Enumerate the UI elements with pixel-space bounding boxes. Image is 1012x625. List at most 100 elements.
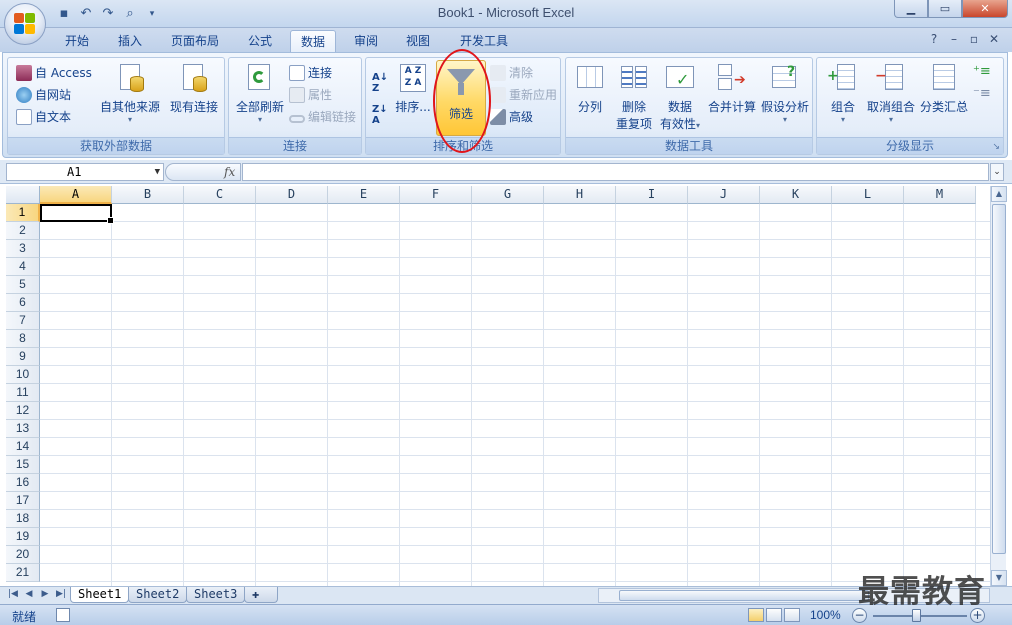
from-web-button[interactable]: 自网站 — [16, 86, 71, 103]
name-box[interactable]: A1 ▼ — [6, 163, 164, 181]
show-detail-button[interactable]: ⁺≡ — [973, 64, 991, 79]
row-header-17[interactable]: 17 — [6, 492, 40, 510]
column-header-a[interactable]: A — [40, 186, 112, 204]
remove-duplicates-button[interactable]: 删除 重复项 — [612, 62, 656, 132]
scroll-down-icon[interactable]: ▼ — [991, 570, 1007, 586]
sheet-tab-sheet3[interactable]: Sheet3 — [186, 587, 246, 603]
prev-sheet-icon[interactable]: ◀ — [22, 589, 36, 599]
column-header-k[interactable]: K — [760, 186, 832, 204]
tab-home[interactable]: 开始 — [55, 30, 99, 52]
vertical-scrollbar[interactable]: ▲ ▼ — [990, 186, 1007, 586]
macro-record-icon[interactable] — [56, 608, 70, 622]
row-header-16[interactable]: 16 — [6, 474, 40, 492]
existing-connections-button[interactable]: 现有连接 — [166, 62, 222, 115]
sort-ascending-button[interactable]: A↓ Z — [372, 72, 388, 94]
row-header-15[interactable]: 15 — [6, 456, 40, 474]
row-header-11[interactable]: 11 — [6, 384, 40, 402]
advanced-filter-button[interactable]: 高级 — [490, 108, 533, 125]
column-header-i[interactable]: I — [616, 186, 688, 204]
first-sheet-icon[interactable]: |◀ — [6, 589, 20, 599]
from-access-button[interactable]: 自 Access — [16, 64, 92, 81]
connections-button[interactable]: 连接 — [289, 64, 332, 81]
column-header-e[interactable]: E — [328, 186, 400, 204]
workbook-close-icon[interactable]: ✕ — [984, 32, 1004, 46]
vertical-scroll-thumb[interactable] — [992, 204, 1006, 554]
close-button[interactable]: ✕ — [962, 0, 1008, 18]
normal-view-icon[interactable] — [748, 608, 764, 622]
clear-filter-button[interactable]: 清除 — [490, 64, 533, 81]
consolidate-button[interactable]: ➔ 合并计算 — [706, 62, 758, 115]
zoom-level[interactable]: 100% — [810, 608, 841, 622]
row-header-8[interactable]: 8 — [6, 330, 40, 348]
column-header-m[interactable]: M — [904, 186, 976, 204]
row-header-21[interactable]: 21 — [6, 564, 40, 582]
next-sheet-icon[interactable]: ▶ — [38, 589, 52, 599]
column-header-j[interactable]: J — [688, 186, 760, 204]
page-layout-view-icon[interactable] — [766, 608, 782, 622]
sort-descending-button[interactable]: Z↓ A — [372, 104, 388, 126]
column-header-d[interactable]: D — [256, 186, 328, 204]
reapply-button[interactable]: 重新应用 — [490, 86, 557, 103]
sheet-tab-sheet1[interactable]: Sheet1 — [70, 587, 130, 603]
tab-developer[interactable]: 开发工具 — [450, 30, 518, 52]
column-header-g[interactable]: G — [472, 186, 544, 204]
ungroup-button[interactable]: − 取消组合 ▾ — [865, 62, 917, 124]
select-all-button[interactable] — [6, 186, 40, 204]
row-header-19[interactable]: 19 — [6, 528, 40, 546]
worksheet-grid[interactable]: ABCDEFGHIJKLM 1 2 3 4 5 6 7 8 9 10 11 12 13 14 15 16 17 1… — [6, 186, 990, 586]
row-header-14[interactable]: 14 — [6, 438, 40, 456]
workbook-minimize-icon[interactable]: – — [944, 32, 964, 46]
group-rows-button[interactable]: + 组合 ▾ — [823, 62, 863, 124]
row-header-20[interactable]: 20 — [6, 546, 40, 564]
refresh-all-button[interactable]: 全部刷新 ▾ — [233, 62, 287, 124]
tab-page-layout[interactable]: 页面布局 — [161, 30, 229, 52]
tab-formulas[interactable]: 公式 — [238, 30, 282, 52]
from-other-sources-button[interactable]: 自其他来源 ▾ — [98, 62, 162, 124]
column-header-b[interactable]: B — [112, 186, 184, 204]
tab-review[interactable]: 审阅 — [344, 30, 388, 52]
what-if-analysis-button[interactable]: ? 假设分析 ▾ — [760, 62, 810, 124]
row-header-6[interactable]: 6 — [6, 294, 40, 312]
sort-button[interactable]: A ZZ A 排序... — [394, 62, 432, 115]
hide-detail-button[interactable]: ⁻≡ — [973, 86, 991, 101]
row-header-7[interactable]: 7 — [6, 312, 40, 330]
column-header-f[interactable]: F — [400, 186, 472, 204]
edit-links-button[interactable]: 编辑链接 — [289, 108, 356, 125]
dialog-launcher-icon[interactable]: ↘ — [992, 142, 1000, 152]
scroll-up-icon[interactable]: ▲ — [991, 186, 1007, 202]
row-header-5[interactable]: 5 — [6, 276, 40, 294]
row-header-12[interactable]: 12 — [6, 402, 40, 420]
row-header-13[interactable]: 13 — [6, 420, 40, 438]
active-cell-cursor[interactable] — [40, 204, 114, 224]
filter-button[interactable]: 筛选 — [436, 60, 486, 136]
row-header-2[interactable]: 2 — [6, 222, 40, 240]
tab-view[interactable]: 视图 — [396, 30, 440, 52]
row-header-3[interactable]: 3 — [6, 240, 40, 258]
office-button[interactable] — [4, 3, 46, 45]
column-header-c[interactable]: C — [184, 186, 256, 204]
row-header-10[interactable]: 10 — [6, 366, 40, 384]
column-header-h[interactable]: H — [544, 186, 616, 204]
column-header-l[interactable]: L — [832, 186, 904, 204]
page-break-view-icon[interactable] — [784, 608, 800, 622]
expand-formula-bar-icon[interactable]: ⌄ — [990, 163, 1004, 181]
last-sheet-icon[interactable]: ▶| — [54, 589, 68, 599]
help-icon[interactable]: ? — [924, 32, 944, 46]
row-header-4[interactable]: 4 — [6, 258, 40, 276]
row-header-1[interactable]: 1 — [6, 204, 40, 222]
name-box-dropdown-icon[interactable]: ▼ — [155, 164, 160, 180]
formula-input[interactable] — [242, 163, 989, 181]
row-header-9[interactable]: 9 — [6, 348, 40, 366]
text-to-columns-button[interactable]: 分列 — [570, 62, 610, 115]
from-text-button[interactable]: 自文本 — [16, 108, 71, 125]
insert-function-button[interactable]: fx — [224, 165, 235, 179]
tab-insert[interactable]: 插入 — [108, 30, 152, 52]
minimize-button[interactable]: ▁ — [894, 0, 928, 18]
sheet-tab-sheet2[interactable]: Sheet2 — [128, 587, 188, 603]
insert-sheet-icon[interactable]: ✚ — [244, 587, 278, 603]
subtotal-button[interactable]: 分类汇总 — [919, 62, 969, 115]
tab-data[interactable]: 数据 — [290, 30, 337, 53]
maximize-button[interactable]: ▭ — [928, 0, 962, 18]
horizontal-scroll-thumb[interactable] — [619, 590, 869, 601]
row-header-18[interactable]: 18 — [6, 510, 40, 528]
